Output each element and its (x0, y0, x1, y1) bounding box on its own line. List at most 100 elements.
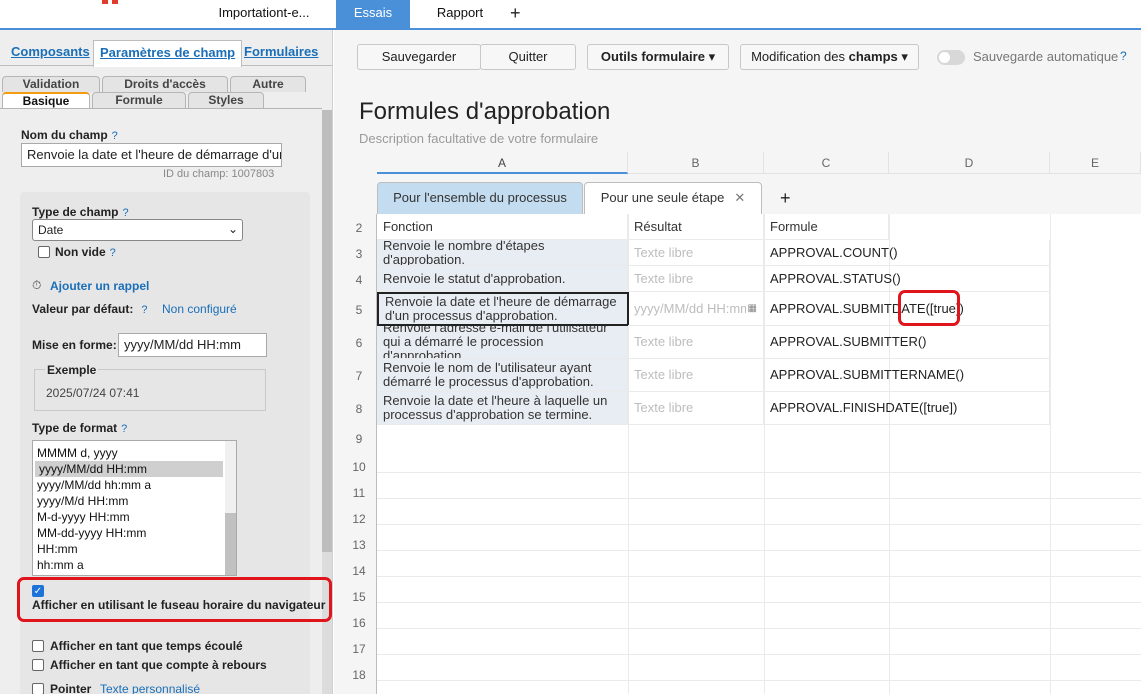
default-value-link[interactable]: Non configuré (162, 302, 237, 316)
row-number: 13 (352, 538, 366, 552)
highlight-box (898, 290, 960, 326)
form-tools-button[interactable]: Outils formulaire ▾ (587, 44, 729, 70)
scrollbar-thumb[interactable] (322, 110, 332, 552)
pointer-checkbox[interactable] (32, 683, 44, 694)
table-cell-function[interactable]: Renvoie la date et l'heure à laquelle un… (377, 392, 628, 425)
panel-tabs: Composants Paramètres de champ Formulair… (0, 36, 332, 67)
tab-formulaires[interactable]: Formulaires (244, 40, 318, 66)
grid-line (377, 628, 1141, 629)
tab-essais[interactable]: Essais (336, 0, 410, 28)
table-cell-formula[interactable]: APPROVAL.SUBMITTER() (764, 326, 1050, 359)
table-cell-function-selected[interactable]: Renvoie la date et l'heure de démarrage … (377, 292, 629, 326)
list-item-selected[interactable]: yyyy/MM/dd HH:mm (35, 461, 223, 477)
tab-autre[interactable]: Autre (230, 76, 306, 92)
list-item[interactable]: HH:mm (33, 541, 225, 557)
help-icon[interactable]: ? (110, 247, 116, 259)
list-item[interactable]: hh:mm a (33, 557, 225, 573)
column-header-a[interactable]: A (377, 152, 628, 174)
form-title[interactable]: Formules d'approbation (359, 98, 610, 126)
grid-line (377, 472, 1141, 473)
autosave-toggle[interactable] (937, 50, 965, 65)
table-cell-formula[interactable]: APPROVAL.FINISHDATE([true]) (764, 392, 1050, 425)
table-cell-result[interactable]: Texte libre (628, 266, 764, 292)
list-item[interactable]: yyyy/MM/dd hh:mm a (33, 477, 225, 493)
tab-styles[interactable]: Styles (188, 92, 264, 108)
table-cell-function[interactable]: Renvoie le statut d'approbation. (377, 266, 628, 292)
table-cell-result[interactable]: Texte libre (628, 359, 764, 392)
form-editor: Sauvegarder Quitter Outils formulaire ▾ … (334, 30, 1141, 694)
list-item[interactable]: yyyy/M/d HH:mm (33, 493, 225, 509)
toggle-knob (939, 52, 950, 63)
calendar-icon[interactable]: ▦ (748, 302, 757, 316)
table-cell-function[interactable]: Renvoie le nom de l'utilisateur ayant dé… (377, 359, 628, 392)
tab-basique[interactable]: Basique (2, 92, 90, 108)
table-cell-result-date[interactable]: yyyy/MM/dd HH:mm ▦ (628, 292, 764, 326)
close-icon[interactable]: ✕ (734, 190, 745, 205)
help-icon[interactable]: ? (141, 304, 147, 316)
tab-parametres-champ[interactable]: Paramètres de champ (93, 40, 243, 67)
chevron-down-icon: ▾ (901, 49, 908, 64)
header-resultat[interactable]: Résultat (628, 214, 764, 240)
tab-whole-process[interactable]: Pour l'ensemble du processus (377, 182, 583, 214)
elapsed-checkbox[interactable] (32, 640, 44, 652)
tab-single-step[interactable]: Pour une seule étape ✕ (584, 182, 762, 214)
non-vide-label: Non vide? (55, 245, 116, 259)
row-number: 18 (352, 668, 366, 682)
field-name-label: Nom du champ? (21, 128, 118, 142)
custom-text-link[interactable]: Texte personnalisé (100, 682, 200, 694)
field-type-select[interactable]: Date ⌄ (32, 219, 243, 241)
field-name-input[interactable]: Renvoie la date et l'heure de démarrage … (21, 143, 282, 167)
sheet-grid[interactable]: Fonction Résultat Formule Renvoie le nom… (376, 214, 1141, 694)
tab-droits-acces[interactable]: Droits d'accès (102, 76, 228, 92)
table-cell-formula[interactable]: APPROVAL.SUBMITTERNAME() (764, 359, 1050, 392)
column-header-e[interactable]: E (1050, 152, 1141, 174)
help-icon[interactable]: ? (121, 423, 127, 435)
help-icon[interactable]: ? (112, 130, 118, 142)
listbox-scrollbar-thumb[interactable] (225, 513, 236, 575)
table-cell-result[interactable]: Texte libre (628, 326, 764, 359)
column-header-b[interactable]: B (628, 152, 764, 174)
column-header-d[interactable]: D (889, 152, 1050, 174)
tab-rapport[interactable]: Rapport (428, 0, 492, 28)
listbox-scrollbar[interactable] (225, 441, 236, 575)
header-formule[interactable]: Formule (764, 214, 889, 240)
list-item[interactable]: MM-dd-yyyy HH:mm (33, 525, 225, 541)
row-number: 14 (352, 564, 366, 578)
list-item[interactable]: MMMM d, yyyy (33, 445, 225, 461)
non-vide-checkbox[interactable] (38, 246, 50, 258)
column-header-c[interactable]: C (764, 152, 889, 174)
save-button[interactable]: Sauvegarder (357, 44, 481, 70)
field-edit-button[interactable]: Modification des champs ▾ (740, 44, 919, 70)
row-number: 8 (355, 402, 363, 416)
table-cell-formula[interactable]: APPROVAL.COUNT() (764, 240, 1050, 266)
row-number: 10 (352, 460, 366, 474)
quit-button[interactable]: Quitter (480, 44, 576, 70)
header-fonction[interactable]: Fonction (377, 214, 628, 240)
chevron-down-icon: ⌄ (227, 222, 238, 236)
tab-validation[interactable]: Validation (2, 76, 100, 92)
tab-formule[interactable]: Formule (92, 92, 186, 108)
tab-composants[interactable]: Composants (11, 40, 90, 66)
clock-icon: ⏱ (32, 278, 42, 292)
list-item[interactable]: M-d-yyyy HH:mm (33, 509, 225, 525)
grid-line (377, 576, 1141, 577)
countdown-checkbox[interactable] (32, 659, 44, 671)
elapsed-label: Afficher en tant que temps écoulé (50, 639, 243, 653)
tab-importation[interactable]: Importationt-e... (210, 0, 318, 28)
table-cell-result[interactable]: Texte libre (628, 392, 764, 425)
row-number: 15 (352, 590, 366, 604)
format-type-listbox[interactable]: MMMM d, yyyy yyyy/MM/dd HH:mm yyyy/MM/dd… (32, 440, 237, 576)
add-sheet-button[interactable]: + (780, 188, 791, 209)
chevron-down-icon: ▾ (708, 49, 716, 64)
form-description[interactable]: Description facultative de votre formula… (359, 131, 598, 146)
help-icon[interactable]: ? (122, 207, 128, 219)
browser-timezone-checkbox[interactable]: ✓ (32, 585, 44, 597)
table-cell-formula[interactable]: APPROVAL.STATUS() (764, 266, 1050, 292)
add-reminder-link[interactable]: Ajouter un rappel (50, 279, 149, 293)
table-cell-function[interactable]: Renvoie le nombre d'étapes d'approbation… (377, 240, 628, 266)
help-icon[interactable]: ? (1120, 49, 1127, 63)
table-cell-function[interactable]: Renvoie l'adresse e-mail de l'utilisateu… (377, 326, 628, 359)
table-cell-result[interactable]: Texte libre (628, 240, 764, 266)
format-input[interactable]: yyyy/MM/dd HH:mm (118, 333, 267, 357)
add-tab-button[interactable]: + (510, 0, 521, 28)
